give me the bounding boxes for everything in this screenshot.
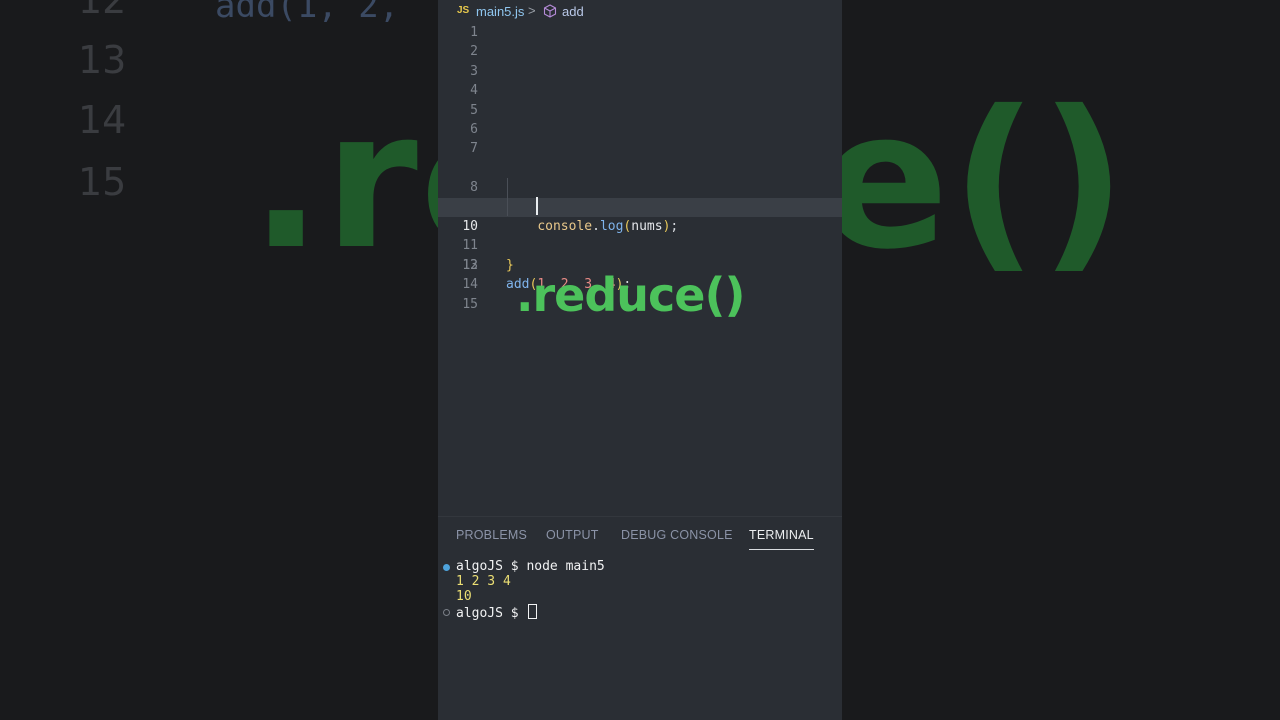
bg-line-number: 14	[78, 98, 127, 142]
bg-line-number: 15	[78, 160, 127, 204]
line-number: 4	[470, 83, 478, 99]
command-status-dot[interactable]	[443, 609, 450, 616]
indent-guide	[507, 178, 508, 216]
line-number: 6	[470, 122, 478, 137]
prompt: algoJS $	[456, 606, 527, 621]
bottom-panel: PROBLEMS OUTPUT DEBUG CONSOLE TERMINAL a…	[438, 516, 842, 720]
terminal-output: 1 2 3 4	[456, 574, 511, 589]
bg-code-fragment: add(1, 2,	[215, 0, 400, 26]
tab-terminal[interactable]: TERMINAL	[749, 528, 814, 550]
breadcrumb: JS main5.js > add	[438, 0, 842, 24]
code-line[interactable]: 1	[438, 23, 842, 42]
overlay-title: .reduce()	[516, 268, 746, 322]
line-number: 13	[462, 257, 478, 273]
line-number: 7	[470, 141, 478, 157]
chevron-right-icon: >	[528, 3, 536, 18]
terminal-command-line: algoJS $ node main5	[456, 559, 605, 574]
code-line[interactable]: 7	[438, 139, 842, 158]
tab-output[interactable]: OUTPUT	[546, 528, 599, 542]
line-number: 14	[462, 277, 478, 293]
code-line[interactable]: 6	[438, 120, 842, 139]
text-cursor	[536, 197, 538, 215]
command: node main5	[526, 559, 605, 574]
prompt: algoJS $	[456, 559, 527, 574]
bg-line-number: 12	[78, 0, 127, 22]
breadcrumb-file[interactable]: main5.js	[476, 4, 524, 19]
js-file-icon: JS	[457, 5, 470, 16]
code-line[interactable]: 11 }	[438, 217, 842, 272]
code-line[interactable]: 8 function add(...nums) {	[438, 159, 842, 214]
panel-tabs: PROBLEMS OUTPUT DEBUG CONSOLE TERMINAL	[438, 517, 842, 551]
bg-line-number: 13	[78, 38, 127, 82]
line-number: 15	[462, 296, 478, 312]
code-line[interactable]: 5	[438, 101, 842, 120]
command-status-dot[interactable]	[443, 564, 450, 571]
editor-window: JS main5.js > add 1 2 3 4 5 6 7 8 functi…	[438, 0, 842, 720]
tab-problems[interactable]: PROBLEMS	[456, 528, 527, 542]
tab-debug-console[interactable]: DEBUG CONSOLE	[621, 528, 733, 542]
symbol-method-icon	[543, 4, 557, 18]
code-line[interactable]: 3	[438, 62, 842, 81]
bg-overlay-right: e()	[820, 70, 1129, 291]
line-number: 2	[470, 44, 478, 60]
line-number: 1	[470, 25, 478, 40]
code-line-current[interactable]: 10	[438, 197, 842, 234]
breadcrumb-symbol[interactable]: add	[562, 4, 584, 19]
code-line[interactable]: 12 add(1, 2, 3, 4);	[438, 236, 842, 292]
line-number: 3	[470, 63, 478, 79]
code-line[interactable]: 4	[438, 81, 842, 100]
line-number: 5	[470, 102, 478, 118]
terminal-cursor	[528, 604, 538, 619]
terminal-prompt-line: algoJS $	[456, 604, 538, 621]
code-line[interactable]: 9 console.log(nums);	[438, 178, 842, 234]
code-line[interactable]: 2	[438, 42, 842, 61]
terminal-output: 10	[456, 589, 472, 604]
